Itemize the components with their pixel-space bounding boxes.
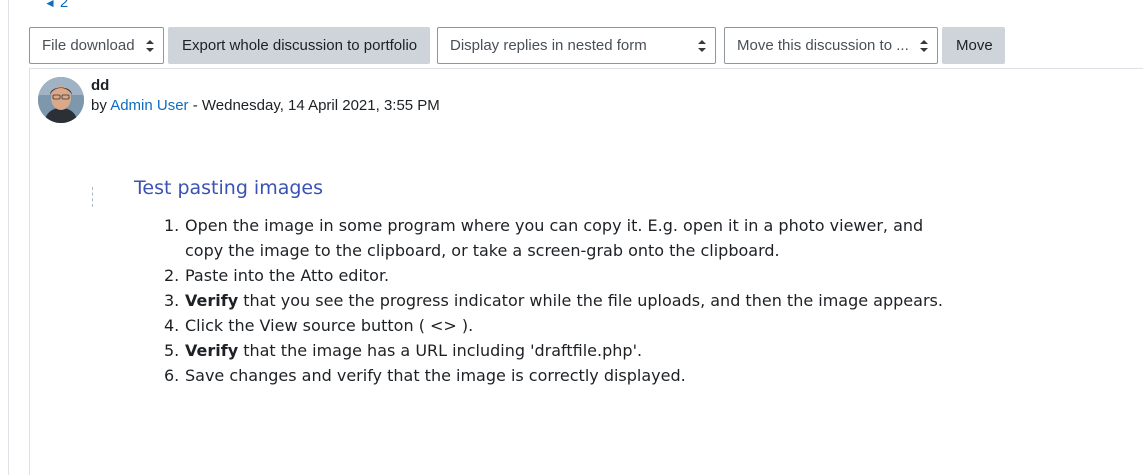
move-button[interactable]: Move	[942, 27, 1005, 64]
byline-prefix: by	[91, 97, 107, 114]
instruction-list: 1. Open the image in some program where y…	[164, 213, 944, 388]
triangle-left-icon: ◄	[44, 0, 56, 10]
pagination-previous-link[interactable]: ◄ 2	[44, 0, 68, 11]
post-byline: by Admin User - Wednesday, 14 April 2021…	[91, 97, 440, 114]
list-item-text: Open the image in some program where you…	[185, 216, 924, 260]
post-content-heading: Test pasting images	[134, 177, 324, 199]
list-item: 6. Save changes and verify that the image…	[164, 363, 944, 388]
export-portfolio-button[interactable]: Export whole discussion to portfolio	[168, 27, 430, 64]
display-mode-select[interactable]: Display replies in nested form	[437, 27, 716, 64]
list-item-number: 3.	[164, 291, 180, 310]
avatar-image	[38, 77, 84, 123]
select-caret-icon	[146, 40, 154, 52]
list-item-number: 1.	[164, 216, 180, 235]
list-item-number: 6.	[164, 366, 180, 385]
display-mode-select-value: Display replies in nested form	[450, 37, 647, 54]
select-caret-icon	[698, 40, 706, 52]
list-item: 4. Click the View source button ( <> ).	[164, 313, 944, 338]
list-item-number: 2.	[164, 266, 180, 285]
move-discussion-select-value: Move this discussion to ...	[737, 37, 909, 54]
avatar[interactable]	[38, 77, 84, 123]
list-item-number: 4.	[164, 316, 180, 335]
list-item-text: Save changes and verify that the image i…	[185, 366, 686, 385]
move-discussion-select[interactable]: Move this discussion to ...	[724, 27, 938, 64]
post-subject: dd	[91, 77, 110, 94]
list-item: 2. Paste into the Atto editor.	[164, 263, 944, 288]
list-item-text: Click the View source button ( <> ).	[185, 316, 474, 335]
list-item-emphasis: Verify	[185, 291, 239, 310]
file-download-select[interactable]: File download	[29, 27, 164, 64]
list-item-text: that the image has a URL including 'draf…	[238, 341, 643, 360]
forum-post: dd by Admin User - Wednesday, 14 April 2…	[29, 68, 1143, 475]
author-link[interactable]: Admin User	[110, 97, 188, 114]
page-left-border	[8, 0, 9, 475]
list-item: 1. Open the image in some program where y…	[164, 213, 944, 263]
list-item-text: that you see the progress indicator whil…	[238, 291, 943, 310]
content-indent-marker	[92, 187, 93, 207]
post-date: - Wednesday, 14 April 2021, 3:55 PM	[188, 97, 440, 114]
list-item-text: Paste into the Atto editor.	[185, 266, 390, 285]
list-item: 3. Verify that you see the progress indic…	[164, 288, 944, 313]
list-item: 5. Verify that the image has a URL includ…	[164, 338, 944, 363]
list-item-emphasis: Verify	[185, 341, 239, 360]
file-download-select-value: File download	[42, 37, 135, 54]
pagination-page-number: 2	[59, 0, 69, 11]
list-item-number: 5.	[164, 341, 180, 360]
select-caret-icon	[920, 40, 928, 52]
